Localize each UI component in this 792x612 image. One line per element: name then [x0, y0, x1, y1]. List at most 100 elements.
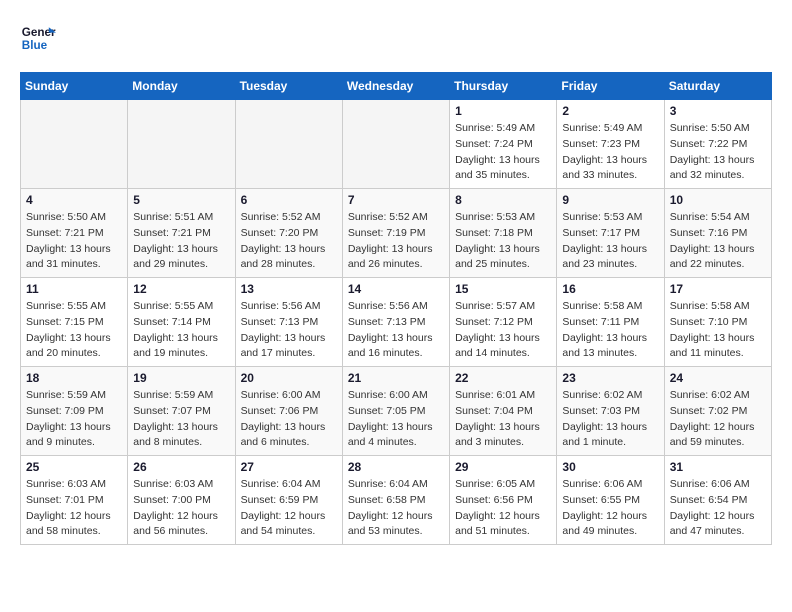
day-number: 7 — [348, 193, 444, 207]
day-info: Sunrise: 6:02 AM Sunset: 7:02 PM Dayligh… — [670, 388, 766, 451]
weekday-header-tuesday: Tuesday — [235, 73, 342, 100]
calendar-cell: 13 Sunrise: 5:56 AM Sunset: 7:13 PM Dayli… — [235, 278, 342, 367]
day-info: Sunrise: 5:50 AM Sunset: 7:21 PM Dayligh… — [26, 210, 122, 273]
calendar-cell: 11 Sunrise: 5:55 AM Sunset: 7:15 PM Dayli… — [21, 278, 128, 367]
calendar-cell: 5 Sunrise: 5:51 AM Sunset: 7:21 PM Daylig… — [128, 189, 235, 278]
day-number: 16 — [562, 282, 658, 296]
day-number: 2 — [562, 104, 658, 118]
day-number: 13 — [241, 282, 337, 296]
weekday-header-saturday: Saturday — [664, 73, 771, 100]
day-number: 1 — [455, 104, 551, 118]
day-info: Sunrise: 5:56 AM Sunset: 7:13 PM Dayligh… — [348, 299, 444, 362]
calendar-week-row: 11 Sunrise: 5:55 AM Sunset: 7:15 PM Dayli… — [21, 278, 772, 367]
calendar-cell: 21Sunrise: 6:00 AM Sunset: 7:05 PM Dayli… — [342, 367, 449, 456]
day-info: Sunrise: 6:04 AM Sunset: 6:59 PM Dayligh… — [241, 477, 337, 540]
calendar-cell: 2 Sunrise: 5:49 AM Sunset: 7:23 PM Daylig… — [557, 100, 664, 189]
calendar-week-row: 4 Sunrise: 5:50 AM Sunset: 7:21 PM Daylig… — [21, 189, 772, 278]
calendar-cell — [342, 100, 449, 189]
weekday-header-thursday: Thursday — [450, 73, 557, 100]
calendar-cell: 26 Sunrise: 6:03 AM Sunset: 7:00 PM Dayli… — [128, 456, 235, 545]
logo-icon: General Blue — [20, 20, 56, 56]
calendar-cell — [21, 100, 128, 189]
day-info: Sunrise: 6:06 AM Sunset: 6:55 PM Dayligh… — [562, 477, 658, 540]
day-number: 21 — [348, 371, 444, 385]
day-number: 20 — [241, 371, 337, 385]
day-number: 17 — [670, 282, 766, 296]
page-header: General Blue — [20, 20, 772, 56]
calendar-cell: 19 Sunrise: 5:59 AM Sunset: 7:07 PM Dayli… — [128, 367, 235, 456]
day-info: Sunrise: 5:53 AM Sunset: 7:17 PM Dayligh… — [562, 210, 658, 273]
calendar-cell — [235, 100, 342, 189]
day-number: 27 — [241, 460, 337, 474]
calendar-cell: 17 Sunrise: 5:58 AM Sunset: 7:10 PM Dayli… — [664, 278, 771, 367]
calendar-cell: 27 Sunrise: 6:04 AM Sunset: 6:59 PM Dayli… — [235, 456, 342, 545]
calendar-week-row: 1Sunrise: 5:49 AM Sunset: 7:24 PM Daylig… — [21, 100, 772, 189]
calendar-cell: 18 Sunrise: 5:59 AM Sunset: 7:09 PM Dayli… — [21, 367, 128, 456]
calendar-cell: 1Sunrise: 5:49 AM Sunset: 7:24 PM Daylig… — [450, 100, 557, 189]
calendar-cell: 25 Sunrise: 6:03 AM Sunset: 7:01 PM Dayli… — [21, 456, 128, 545]
calendar-cell: 4 Sunrise: 5:50 AM Sunset: 7:21 PM Daylig… — [21, 189, 128, 278]
day-number: 25 — [26, 460, 122, 474]
day-info: Sunrise: 6:03 AM Sunset: 7:01 PM Dayligh… — [26, 477, 122, 540]
day-number: 4 — [26, 193, 122, 207]
day-number: 23 — [562, 371, 658, 385]
day-info: Sunrise: 5:49 AM Sunset: 7:23 PM Dayligh… — [562, 121, 658, 184]
day-info: Sunrise: 5:53 AM Sunset: 7:18 PM Dayligh… — [455, 210, 551, 273]
day-number: 19 — [133, 371, 229, 385]
calendar-cell: 31Sunrise: 6:06 AM Sunset: 6:54 PM Dayli… — [664, 456, 771, 545]
day-number: 14 — [348, 282, 444, 296]
svg-text:General: General — [22, 26, 56, 39]
calendar-week-row: 18 Sunrise: 5:59 AM Sunset: 7:09 PM Dayli… — [21, 367, 772, 456]
day-info: Sunrise: 5:51 AM Sunset: 7:21 PM Dayligh… — [133, 210, 229, 273]
calendar-cell: 29 Sunrise: 6:05 AM Sunset: 6:56 PM Dayli… — [450, 456, 557, 545]
day-info: Sunrise: 6:02 AM Sunset: 7:03 PM Dayligh… — [562, 388, 658, 451]
calendar-cell: 14 Sunrise: 5:56 AM Sunset: 7:13 PM Dayli… — [342, 278, 449, 367]
logo: General Blue — [20, 20, 56, 56]
day-number: 6 — [241, 193, 337, 207]
weekday-header-friday: Friday — [557, 73, 664, 100]
day-number: 26 — [133, 460, 229, 474]
day-info: Sunrise: 5:55 AM Sunset: 7:14 PM Dayligh… — [133, 299, 229, 362]
calendar-week-row: 25 Sunrise: 6:03 AM Sunset: 7:01 PM Dayli… — [21, 456, 772, 545]
day-info: Sunrise: 5:52 AM Sunset: 7:20 PM Dayligh… — [241, 210, 337, 273]
day-info: Sunrise: 6:00 AM Sunset: 7:06 PM Dayligh… — [241, 388, 337, 451]
calendar-cell: 15Sunrise: 5:57 AM Sunset: 7:12 PM Dayli… — [450, 278, 557, 367]
day-number: 29 — [455, 460, 551, 474]
day-number: 24 — [670, 371, 766, 385]
day-info: Sunrise: 5:50 AM Sunset: 7:22 PM Dayligh… — [670, 121, 766, 184]
day-number: 10 — [670, 193, 766, 207]
day-info: Sunrise: 6:05 AM Sunset: 6:56 PM Dayligh… — [455, 477, 551, 540]
day-info: Sunrise: 5:58 AM Sunset: 7:11 PM Dayligh… — [562, 299, 658, 362]
day-number: 9 — [562, 193, 658, 207]
calendar-cell: 20 Sunrise: 6:00 AM Sunset: 7:06 PM Dayli… — [235, 367, 342, 456]
day-info: Sunrise: 5:59 AM Sunset: 7:09 PM Dayligh… — [26, 388, 122, 451]
day-info: Sunrise: 5:58 AM Sunset: 7:10 PM Dayligh… — [670, 299, 766, 362]
day-info: Sunrise: 5:55 AM Sunset: 7:15 PM Dayligh… — [26, 299, 122, 362]
day-number: 5 — [133, 193, 229, 207]
day-info: Sunrise: 6:01 AM Sunset: 7:04 PM Dayligh… — [455, 388, 551, 451]
day-info: Sunrise: 6:04 AM Sunset: 6:58 PM Dayligh… — [348, 477, 444, 540]
calendar-cell: 16 Sunrise: 5:58 AM Sunset: 7:11 PM Dayli… — [557, 278, 664, 367]
day-info: Sunrise: 5:59 AM Sunset: 7:07 PM Dayligh… — [133, 388, 229, 451]
calendar-cell: 6 Sunrise: 5:52 AM Sunset: 7:20 PM Daylig… — [235, 189, 342, 278]
day-number: 3 — [670, 104, 766, 118]
day-info: Sunrise: 6:06 AM Sunset: 6:54 PM Dayligh… — [670, 477, 766, 540]
day-info: Sunrise: 5:56 AM Sunset: 7:13 PM Dayligh… — [241, 299, 337, 362]
day-number: 30 — [562, 460, 658, 474]
day-info: Sunrise: 6:03 AM Sunset: 7:00 PM Dayligh… — [133, 477, 229, 540]
calendar-cell: 7 Sunrise: 5:52 AM Sunset: 7:19 PM Daylig… — [342, 189, 449, 278]
calendar-table: SundayMondayTuesdayWednesdayThursdayFrid… — [20, 72, 772, 545]
calendar-cell: 10Sunrise: 5:54 AM Sunset: 7:16 PM Dayli… — [664, 189, 771, 278]
day-number: 18 — [26, 371, 122, 385]
calendar-cell: 12Sunrise: 5:55 AM Sunset: 7:14 PM Dayli… — [128, 278, 235, 367]
calendar-cell: 28Sunrise: 6:04 AM Sunset: 6:58 PM Dayli… — [342, 456, 449, 545]
calendar-cell: 22Sunrise: 6:01 AM Sunset: 7:04 PM Dayli… — [450, 367, 557, 456]
calendar-cell: 24 Sunrise: 6:02 AM Sunset: 7:02 PM Dayli… — [664, 367, 771, 456]
calendar-cell: 8 Sunrise: 5:53 AM Sunset: 7:18 PM Daylig… — [450, 189, 557, 278]
day-number: 11 — [26, 282, 122, 296]
day-number: 8 — [455, 193, 551, 207]
calendar-cell: 30 Sunrise: 6:06 AM Sunset: 6:55 PM Dayli… — [557, 456, 664, 545]
calendar-cell: 3 Sunrise: 5:50 AM Sunset: 7:22 PM Daylig… — [664, 100, 771, 189]
day-info: Sunrise: 5:52 AM Sunset: 7:19 PM Dayligh… — [348, 210, 444, 273]
calendar-cell: 9 Sunrise: 5:53 AM Sunset: 7:17 PM Daylig… — [557, 189, 664, 278]
